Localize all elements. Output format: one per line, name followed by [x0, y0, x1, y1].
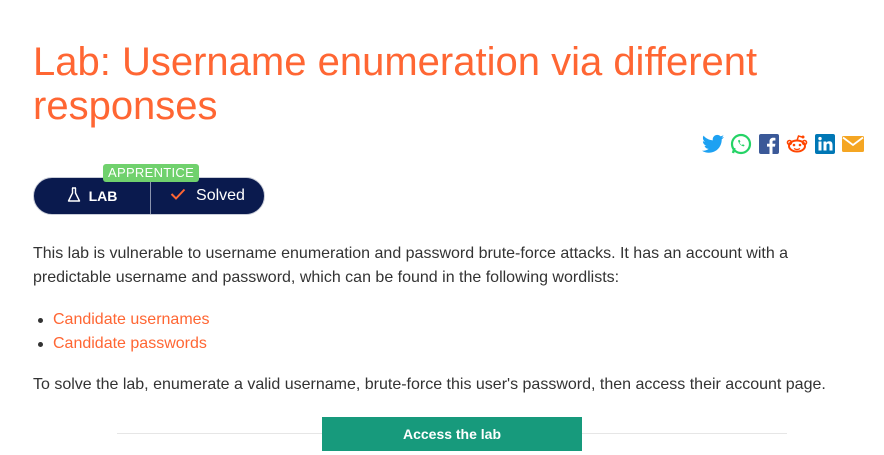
list-item: Candidate passwords [33, 332, 210, 356]
linkedin-icon[interactable] [814, 133, 836, 155]
list-item: Candidate usernames [33, 308, 210, 332]
lab-status-pill: LAB Solved [33, 177, 265, 215]
email-icon[interactable] [842, 133, 864, 155]
bullet [38, 317, 43, 323]
candidate-usernames-link[interactable]: Candidate usernames [53, 308, 210, 332]
status-label: Solved [196, 187, 245, 204]
candidate-passwords-link[interactable]: Candidate passwords [53, 332, 207, 356]
reddit-icon[interactable] [786, 133, 808, 155]
twitter-icon[interactable] [702, 133, 724, 155]
page-title: Lab: Username enumeration via different … [33, 40, 758, 128]
whatsapp-icon[interactable] [730, 133, 752, 155]
lab-description: This lab is vulnerable to username enume… [33, 245, 789, 286]
lab-goal: To solve the lab, enumerate a valid user… [33, 376, 826, 393]
lab-label-group: LAB [34, 186, 150, 206]
bullet [38, 341, 43, 347]
facebook-icon[interactable] [758, 133, 780, 155]
share-bar [702, 133, 864, 155]
lab-label: LAB [88, 188, 118, 204]
checkmark-icon [170, 187, 186, 205]
wordlist-links: Candidate usernames Candidate passwords [33, 308, 210, 356]
flask-icon [67, 186, 81, 206]
level-badge: APPRENTICE [103, 164, 200, 182]
solved-status: Solved [151, 187, 264, 205]
access-lab-button[interactable]: Access the lab [322, 417, 582, 451]
